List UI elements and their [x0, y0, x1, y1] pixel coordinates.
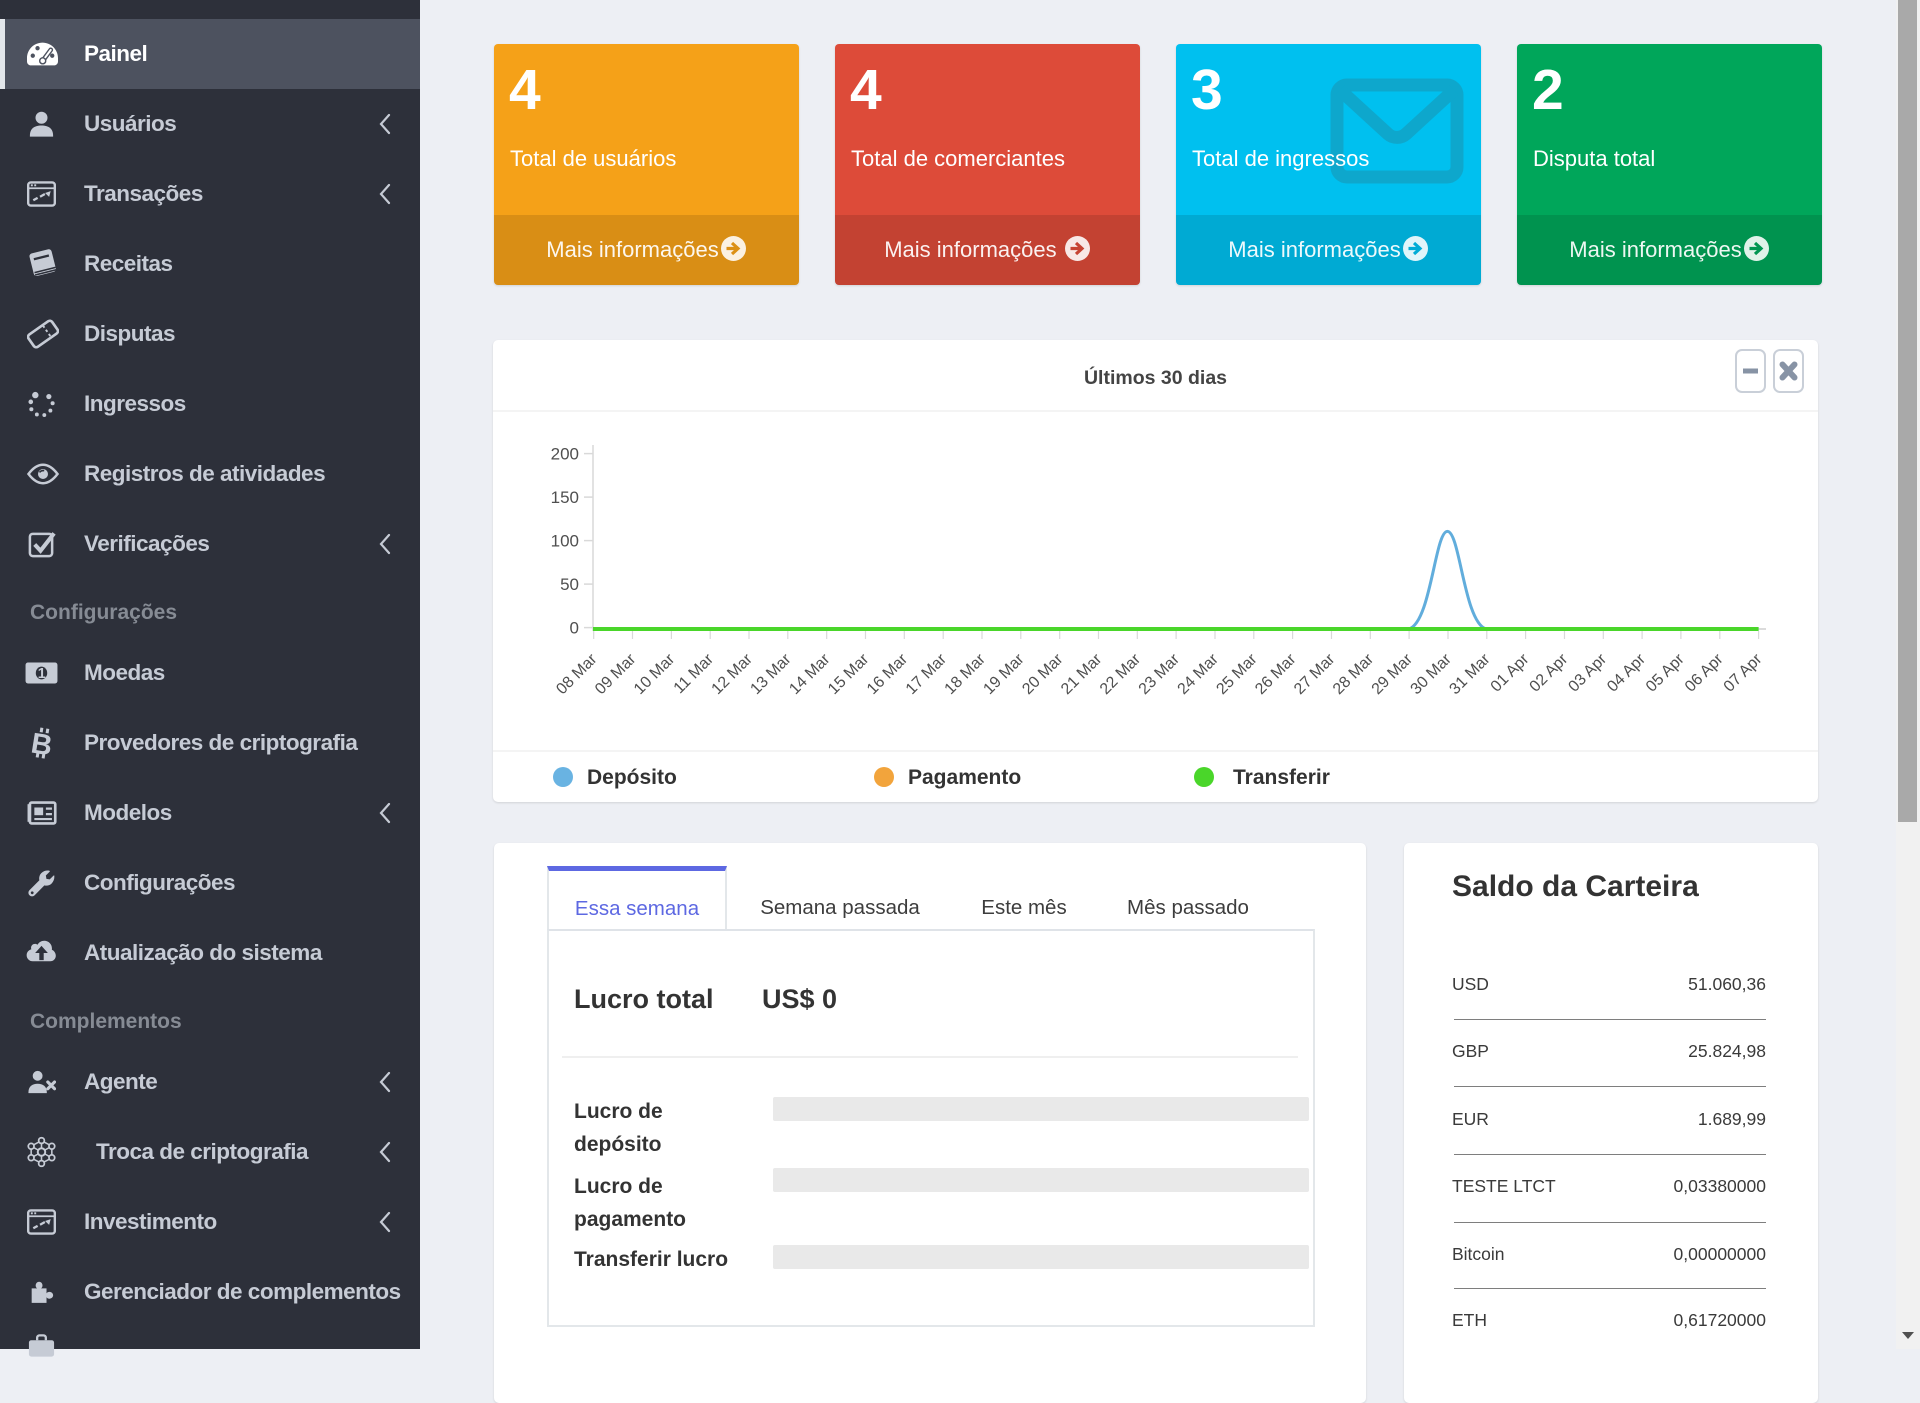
- svg-text:20 Mar: 20 Mar: [1019, 650, 1067, 698]
- svg-text:28 Mar: 28 Mar: [1330, 650, 1378, 698]
- svg-text:18 Mar: 18 Mar: [942, 650, 990, 698]
- svg-text:200: 200: [551, 445, 579, 464]
- svg-text:150: 150: [551, 488, 579, 507]
- svg-text:21 Mar: 21 Mar: [1058, 650, 1106, 698]
- svg-text:14 Mar: 14 Mar: [786, 650, 834, 698]
- svg-text:03 Apr: 03 Apr: [1565, 650, 1610, 695]
- svg-text:27 Mar: 27 Mar: [1291, 650, 1339, 698]
- svg-text:07 Apr: 07 Apr: [1721, 650, 1766, 695]
- svg-text:01 Apr: 01 Apr: [1488, 650, 1533, 695]
- svg-text:15 Mar: 15 Mar: [825, 650, 873, 698]
- svg-text:13 Mar: 13 Mar: [747, 650, 795, 698]
- svg-text:24 Mar: 24 Mar: [1175, 650, 1223, 698]
- svg-text:10 Mar: 10 Mar: [631, 650, 679, 698]
- svg-text:25 Mar: 25 Mar: [1213, 650, 1261, 698]
- svg-text:05 Apr: 05 Apr: [1643, 650, 1688, 695]
- svg-text:1: 1: [38, 666, 46, 682]
- svg-text:12 Mar: 12 Mar: [709, 650, 757, 698]
- svg-text:04 Apr: 04 Apr: [1604, 650, 1649, 695]
- svg-text:0: 0: [570, 619, 579, 638]
- svg-text:23 Mar: 23 Mar: [1136, 650, 1184, 698]
- svg-text:22 Mar: 22 Mar: [1097, 650, 1145, 698]
- svg-text:09 Mar: 09 Mar: [592, 650, 640, 698]
- svg-text:26 Mar: 26 Mar: [1252, 650, 1300, 698]
- svg-text:50: 50: [560, 575, 579, 594]
- svg-text:30 Mar: 30 Mar: [1408, 650, 1456, 698]
- svg-text:02 Apr: 02 Apr: [1527, 650, 1572, 695]
- svg-text:16 Mar: 16 Mar: [864, 650, 912, 698]
- svg-text:19 Mar: 19 Mar: [980, 650, 1028, 698]
- svg-text:08 Mar: 08 Mar: [553, 650, 601, 698]
- svg-text:11 Mar: 11 Mar: [671, 650, 718, 697]
- svg-text:06 Apr: 06 Apr: [1682, 650, 1727, 695]
- svg-text:31 Mar: 31 Mar: [1446, 650, 1494, 698]
- svg-text:100: 100: [551, 532, 579, 551]
- svg-text:29 Mar: 29 Mar: [1369, 650, 1417, 698]
- svg-text:17 Mar: 17 Mar: [903, 650, 951, 698]
